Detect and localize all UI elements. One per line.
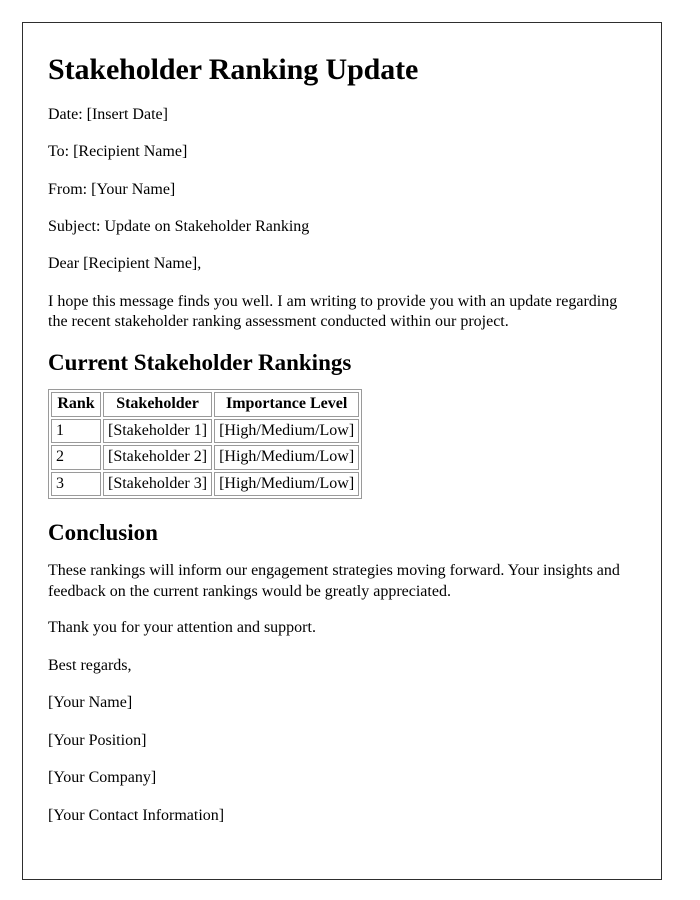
rankings-heading: Current Stakeholder Rankings [48, 349, 352, 375]
cell-rank: 2 [51, 445, 101, 470]
page-title: Stakeholder Ranking Update [48, 53, 419, 86]
cell-importance-level: [High/Medium/Low] [214, 418, 360, 444]
cell-importance-level: [High/Medium/Low] [214, 445, 360, 470]
document-page-frame: Stakeholder Ranking Update Date: [Insert… [22, 22, 662, 880]
stakeholder-rankings-table: Rank Stakeholder Importance Level 1 [Sta… [48, 389, 363, 500]
signature-contact-information: [Your Contact Information] [48, 806, 225, 824]
table-row: 1 [Stakeholder 1] [High/Medium/Low] [51, 418, 360, 444]
table-header-row: Rank Stakeholder Importance Level [51, 392, 360, 417]
column-header-importance-level: Importance Level [214, 392, 360, 417]
cell-stakeholder: [Stakeholder 1] [103, 418, 213, 444]
cell-rank: 1 [51, 418, 101, 444]
conclusion-paragraph: These rankings will inform our engagemen… [48, 562, 620, 600]
meta-line-date: Date: [Insert Date] [48, 105, 168, 123]
conclusion-heading: Conclusion [48, 520, 158, 546]
signature-name: [Your Name] [48, 694, 133, 712]
thanks-paragraph: Thank you for your attention and support… [48, 619, 316, 637]
column-header-stakeholder: Stakeholder [103, 392, 213, 417]
meta-line-to: To: [Recipient Name] [48, 143, 188, 161]
meta-line-subject: Subject: Update on Stakeholder Ranking [48, 218, 310, 235]
table-row: 3 [Stakeholder 3] [High/Medium/Low] [51, 471, 360, 497]
signature-position: [Your Position] [48, 731, 147, 749]
cell-rank: 3 [51, 471, 101, 497]
cell-importance-level: [High/Medium/Low] [214, 471, 360, 497]
salutation: Dear [Recipient Name], [48, 255, 202, 273]
column-header-rank: Rank [51, 392, 101, 417]
closing-line: Best regards, [48, 656, 132, 674]
cell-stakeholder: [Stakeholder 3] [103, 471, 213, 497]
meta-line-from: From: [Your Name] [48, 180, 176, 198]
cell-stakeholder: [Stakeholder 2] [103, 445, 213, 470]
intro-paragraph: I hope this message finds you well. I am… [48, 292, 618, 331]
signature-company: [Your Company] [48, 769, 157, 787]
table-row: 2 [Stakeholder 2] [High/Medium/Low] [51, 445, 360, 470]
document-body: Stakeholder Ranking Update Date: [Insert… [48, 39, 626, 843]
